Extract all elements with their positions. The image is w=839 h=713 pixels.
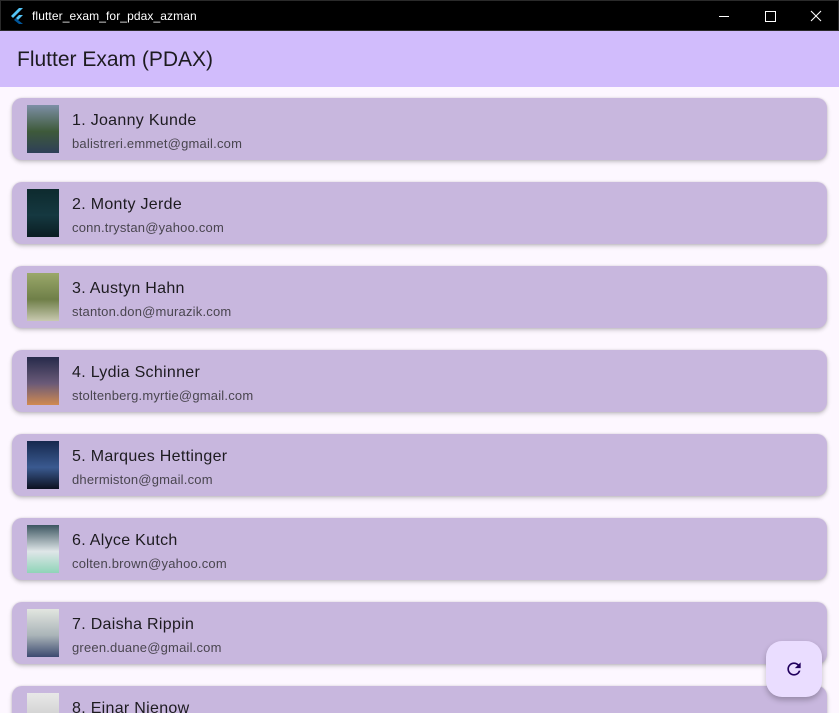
list-item[interactable]: 5. Marques Hettinger dhermiston@gmail.com (12, 434, 827, 496)
user-name: 4. Lydia Schinner (72, 364, 201, 381)
list-item[interactable]: 6. Alyce Kutch colten.brown@yahoo.com (12, 518, 827, 580)
user-name: 3. Austyn Hahn (72, 280, 185, 297)
window-titlebar: flutter_exam_for_pdax_azman (0, 0, 839, 31)
list-item[interactable]: 2. Monty Jerde conn.trystan@yahoo.com (12, 182, 827, 244)
user-name: 5. Marques Hettinger (72, 448, 228, 465)
user-name: 7. Daisha Rippin (72, 616, 195, 633)
minimize-button[interactable] (701, 1, 747, 31)
window-title: flutter_exam_for_pdax_azman (32, 9, 197, 23)
avatar (27, 693, 59, 713)
user-email: stoltenberg.myrtie@gmail.com (72, 388, 254, 403)
avatar (27, 441, 59, 489)
user-email: green.duane@gmail.com (72, 640, 222, 655)
avatar (27, 525, 59, 573)
user-name: 6. Alyce Kutch (72, 532, 178, 549)
user-email: conn.trystan@yahoo.com (72, 220, 225, 235)
user-name: 1. Joanny Kunde (72, 112, 197, 129)
user-email: dhermiston@gmail.com (72, 472, 213, 487)
user-email: colten.brown@yahoo.com (72, 556, 227, 571)
user-email: balistreri.emmet@gmail.com (72, 136, 243, 151)
close-icon (810, 10, 822, 22)
list-item[interactable]: 8. Einar Nienow (12, 686, 827, 713)
user-list[interactable]: 1. Joanny Kunde balistreri.emmet@gmail.co… (0, 87, 839, 713)
app-bar: Flutter Exam (PDAX) (0, 31, 839, 87)
close-button[interactable] (793, 1, 839, 31)
maximize-button[interactable] (747, 1, 793, 31)
avatar (27, 105, 59, 153)
maximize-icon (765, 11, 776, 22)
user-email: stanton.don@murazik.com (72, 304, 232, 319)
list-item[interactable]: 7. Daisha Rippin green.duane@gmail.com (12, 602, 827, 664)
list-item[interactable]: 3. Austyn Hahn stanton.don@murazik.com (12, 266, 827, 328)
list-item[interactable]: 4. Lydia Schinner stoltenberg.myrtie@gmai… (12, 350, 827, 412)
avatar (27, 273, 59, 321)
refresh-button[interactable] (766, 641, 822, 697)
refresh-icon (787, 662, 801, 676)
avatar (27, 189, 59, 237)
user-name: 8. Einar Nienow (72, 700, 190, 713)
flutter-logo-icon (11, 8, 23, 24)
list-item[interactable]: 1. Joanny Kunde balistreri.emmet@gmail.co… (12, 98, 827, 160)
user-name: 2. Monty Jerde (72, 196, 183, 213)
page-title: Flutter Exam (PDAX) (17, 48, 214, 71)
avatar (27, 609, 59, 657)
avatar (27, 357, 59, 405)
minimize-icon (719, 16, 729, 17)
